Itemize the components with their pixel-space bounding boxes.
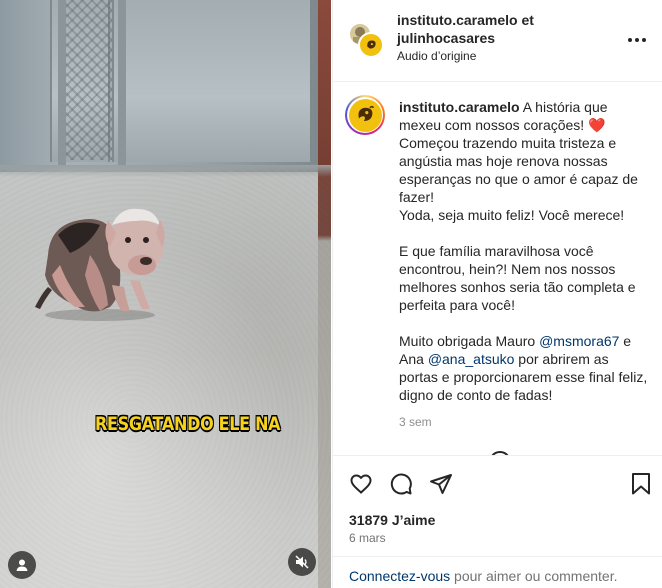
login-prompt: Connectez-vous pour aimer ou commenter. <box>333 556 662 588</box>
more-horizontal-icon <box>628 38 646 42</box>
caption-text: Yoda, seja muito feliz! Você merece! <box>399 207 625 223</box>
save-button[interactable] <box>627 470 655 498</box>
heart-emoji: ❤️ <box>588 117 606 133</box>
caption-text: Começou trazendo muita tristeza e angúst… <box>399 135 638 205</box>
login-link[interactable]: Connectez-vous <box>349 568 450 584</box>
caramelo-logo-icon <box>367 40 376 49</box>
comment-button[interactable] <box>387 470 415 498</box>
comment-timestamp[interactable]: 3 sem <box>399 413 649 431</box>
comment-icon <box>390 473 412 495</box>
gate-post <box>118 0 126 165</box>
person-icon <box>16 559 28 571</box>
share-button[interactable] <box>427 470 455 498</box>
reel-video[interactable]: RESGATANDO ELE NA <box>0 0 331 588</box>
bookmark-icon <box>632 473 650 495</box>
like-count[interactable]: 31879 J’aime <box>349 512 435 528</box>
more-options-button[interactable] <box>625 28 649 52</box>
collab-avatars[interactable] <box>348 22 386 60</box>
dog-figure <box>35 208 165 321</box>
gate-post <box>58 0 66 165</box>
action-bar <box>333 455 662 511</box>
caption-comment: instituto.caramelo A história que mexeu … <box>399 98 649 431</box>
avatar <box>358 32 384 58</box>
login-prompt-text: pour aimer ou commenter. <box>450 568 618 584</box>
heart-icon <box>350 474 372 494</box>
caption-text: E que família maravilhosa você encontrou… <box>399 243 636 313</box>
user-tags-button[interactable] <box>8 551 36 579</box>
comment-username[interactable]: instituto.caramelo <box>399 99 520 115</box>
speaker-muted-icon <box>295 555 309 569</box>
comments-section[interactable]: instituto.caramelo A história que mexeu … <box>333 83 662 455</box>
like-button[interactable] <box>347 470 375 498</box>
mention-link[interactable]: @ana_atsuko <box>428 351 515 367</box>
send-icon <box>430 474 452 494</box>
mention-link[interactable]: @msmora67 <box>539 333 619 349</box>
post-panel: instituto.caramelo et julinhocasares Aud… <box>332 0 662 588</box>
post-header: instituto.caramelo et julinhocasares Aud… <box>333 0 662 82</box>
gate-right <box>112 0 312 162</box>
caption-text: Muito obrigada Mauro <box>399 333 540 349</box>
audio-label[interactable]: Audio d’origine <box>397 49 476 63</box>
caramelo-logo-icon <box>358 105 375 121</box>
post-date[interactable]: 6 mars <box>349 531 386 545</box>
avatar[interactable] <box>345 95 385 135</box>
mute-button[interactable] <box>288 548 316 576</box>
post-authors[interactable]: instituto.caramelo et julinhocasares <box>397 11 597 47</box>
video-caption-overlay: RESGATANDO ELE NA <box>95 412 281 435</box>
